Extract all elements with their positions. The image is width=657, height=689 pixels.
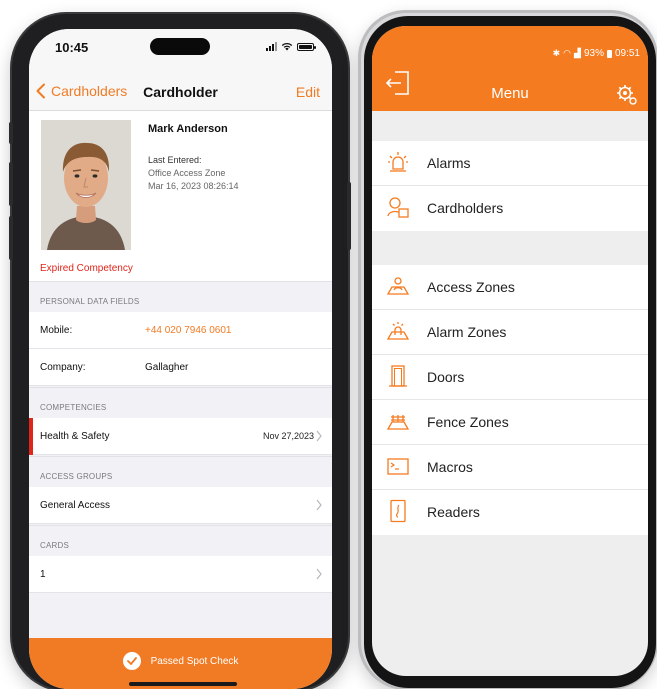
competency-alert: Expired Competency: [40, 263, 133, 274]
spot-check-label: Passed Spot Check: [150, 655, 239, 667]
volume-down-button: [9, 216, 13, 260]
battery-icon: [297, 42, 316, 51]
mobile-label: Mobile:: [40, 325, 73, 336]
menu-item-doors[interactable]: Doors: [372, 355, 648, 400]
last-entered-zone: Office Access Zone: [148, 168, 226, 178]
ios-status-bar: 10:45: [29, 29, 332, 73]
cellular-signal-icon: [266, 42, 277, 51]
menu-item-access-zones[interactable]: Access Zones: [372, 265, 648, 310]
cardholder-photo: [41, 120, 131, 250]
home-indicator[interactable]: [129, 682, 237, 686]
last-entered-label: Last Entered:: [148, 155, 202, 165]
menu-item-macros[interactable]: Macros: [372, 445, 648, 490]
navigation-bar: Cardholders Cardholder Edit: [29, 73, 332, 111]
section-header-competencies: COMPETENCIES: [29, 387, 332, 418]
status-time: 10:45: [55, 40, 89, 55]
reader-icon: [390, 499, 406, 523]
menu-item-cardholders[interactable]: Cardholders: [372, 186, 648, 231]
menu-item-label: Access Zones: [427, 279, 515, 295]
iphone-device: 10:45 Cardholders Cardholder Edit Mark A…: [9, 14, 351, 689]
menu-item-label: Doors: [427, 369, 465, 385]
wifi-icon: [281, 43, 293, 51]
mobile-row: Mobile: +44 020 7946 0601: [29, 312, 332, 349]
edit-button[interactable]: Edit: [296, 84, 320, 100]
section-header-personal: PERSONAL DATA FIELDS: [29, 281, 332, 312]
cardholder-icon: [387, 197, 409, 218]
competency-date: Nov 27,2023: [262, 431, 314, 441]
menu-item-fence-zones[interactable]: Fence Zones: [372, 400, 648, 445]
terminal-icon: [387, 458, 409, 475]
menu-item-label: Alarms: [427, 155, 471, 171]
menu-item-label: Alarm Zones: [427, 324, 507, 340]
cardholder-name: Mark Anderson: [148, 123, 228, 135]
spot-check-bar[interactable]: Passed Spot Check: [29, 638, 332, 689]
company-row: Company: Gallagher: [29, 349, 332, 386]
status-icons: [266, 42, 316, 51]
menu-item-label: Macros: [427, 459, 473, 475]
page-title: Cardholder: [143, 84, 218, 100]
menu-title: Menu: [491, 85, 529, 102]
section-header-cards: CARDS: [29, 525, 332, 556]
company-label: Company:: [40, 362, 86, 373]
power-button: [347, 182, 351, 250]
battery-percent: 93%: [583, 48, 604, 59]
chevron-right-icon: [316, 430, 322, 442]
bluetooth-icon: ✱: [552, 48, 561, 58]
android-device: ✱ ◠ ▟ 93% 09:51 Menu Alarms Cardholders …: [358, 10, 657, 689]
spot-check-status: Passed Spot Check: [29, 652, 332, 670]
volume-up-button: [9, 162, 13, 206]
door-icon: [389, 365, 407, 387]
stage: 10:45 Cardholders Cardholder Edit Mark A…: [0, 0, 657, 689]
access-group-row[interactable]: General Access: [29, 487, 332, 524]
signal-icon: ▟: [574, 48, 581, 58]
expired-indicator: [29, 418, 33, 455]
company-value: Gallagher: [145, 362, 189, 373]
section-title: COMPETENCIES: [40, 403, 107, 412]
last-entered-time: Mar 16, 2023 08:26:14: [148, 181, 239, 191]
person-photo-icon: [41, 120, 131, 250]
menu-item-alarms[interactable]: Alarms: [372, 141, 648, 186]
section-header-access-groups: ACCESS GROUPS: [29, 456, 332, 487]
access-group-name: General Access: [40, 500, 111, 511]
fence-icon: [386, 415, 410, 430]
action-button: [9, 122, 13, 144]
section-title: ACCESS GROUPS: [40, 472, 113, 481]
menu-group-main: Alarms Cardholders: [372, 141, 648, 231]
android-status-bar: ✱ ◠ ▟ 93% 09:51: [553, 48, 640, 59]
wifi-icon: ◠: [563, 48, 572, 58]
competency-name: Health & Safety: [40, 431, 110, 442]
menu-group-zones: Access Zones Alarm Zones Doors Fence Zon…: [372, 265, 648, 535]
battery-icon: [606, 49, 612, 58]
menu-item-label: Fence Zones: [427, 414, 509, 430]
mobile-link[interactable]: +44 020 7946 0601: [145, 325, 231, 336]
siren-icon: [388, 152, 408, 172]
menu-header: ✱ ◠ ▟ 93% 09:51 Menu: [372, 26, 648, 111]
check-icon: [122, 652, 141, 670]
status-time: 09:51: [614, 48, 640, 59]
competency-row[interactable]: Health & Safety Nov 27,2023: [29, 418, 332, 455]
section-title: CARDS: [40, 541, 70, 550]
section-title: PERSONAL DATA FIELDS: [40, 297, 140, 306]
menu-item-readers[interactable]: Readers: [372, 490, 648, 535]
menu-item-label: Cardholders: [427, 200, 504, 216]
cardholder-profile: Mark Anderson Last Entered: Office Acces…: [29, 111, 332, 281]
iphone-screen: 10:45 Cardholders Cardholder Edit Mark A…: [29, 29, 332, 689]
menu-item-label: Readers: [427, 504, 480, 520]
card-value: 1: [40, 569, 46, 580]
chevron-right-icon: [316, 499, 322, 511]
android-screen: ✱ ◠ ▟ 93% 09:51 Menu Alarms Cardholders …: [372, 26, 648, 676]
chevron-right-icon: [316, 568, 322, 580]
dynamic-island: [150, 38, 210, 55]
alarm-zone-icon: [386, 322, 410, 340]
settings-gear-icon[interactable]: [616, 84, 638, 106]
menu-item-alarm-zones[interactable]: Alarm Zones: [372, 310, 648, 355]
card-row[interactable]: 1: [29, 556, 332, 593]
access-zone-icon: [386, 277, 410, 295]
